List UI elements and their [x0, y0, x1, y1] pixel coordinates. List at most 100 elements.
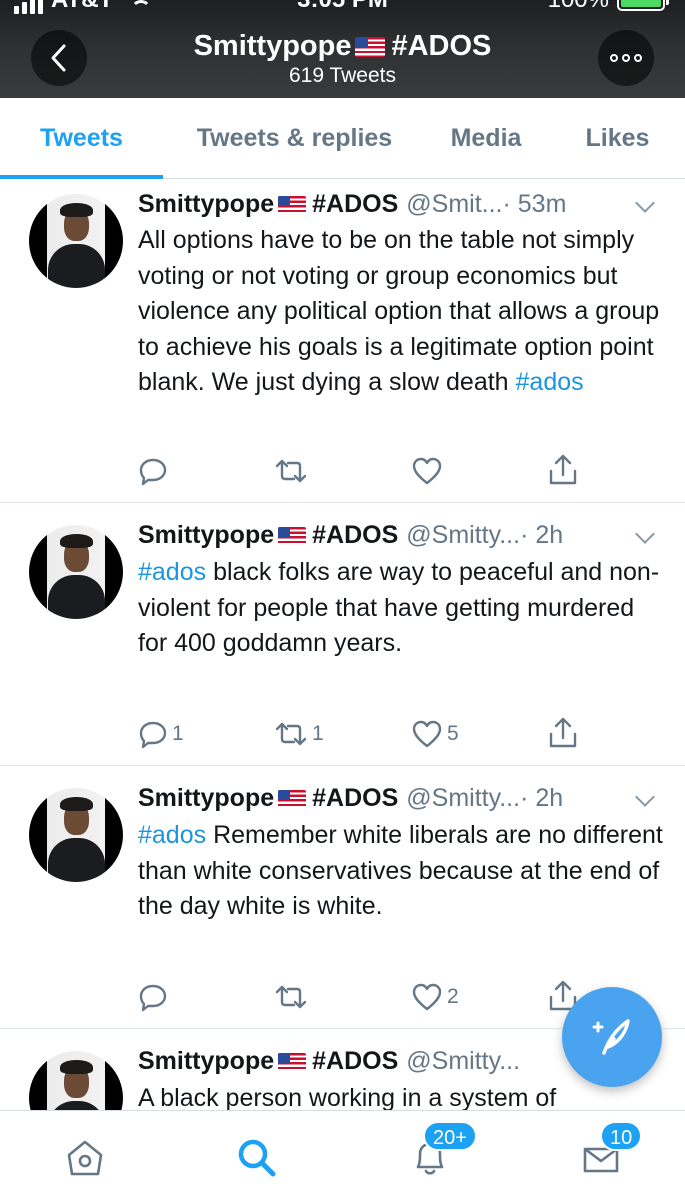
tweet-text: #ados black folks are way to peaceful an… [138, 555, 668, 662]
reply-button[interactable] [138, 982, 168, 1012]
tab-likes[interactable]: Likes [560, 98, 675, 178]
avatar[interactable] [29, 1051, 123, 1110]
like-button[interactable] [411, 456, 443, 486]
chevron-down-icon[interactable] [635, 193, 655, 213]
retweet-button[interactable] [274, 982, 308, 1012]
reply-icon [139, 984, 167, 1012]
tweet-time: · 2h [520, 784, 564, 812]
retweet-button[interactable] [274, 456, 308, 486]
profile-name: Smittypope [193, 30, 352, 62]
tweet-header: Smittypope #ADOS @Smit... · 53m [138, 190, 566, 219]
tab-tweets[interactable]: Tweets [0, 98, 163, 178]
like-count: 5 [447, 722, 459, 745]
like-button[interactable]: 5 [411, 719, 459, 749]
tweet-handle: @Smit... [406, 190, 503, 218]
tweet-author-name[interactable]: Smittypope [138, 190, 274, 219]
more-options-button[interactable] [598, 30, 654, 86]
reply-icon [139, 721, 167, 749]
us-flag-icon [278, 526, 307, 545]
back-button[interactable] [31, 30, 87, 86]
tweet-author-name[interactable]: Smittypope [138, 1047, 274, 1076]
battery-percent: 100% [548, 0, 609, 14]
compose-feather-icon [592, 1019, 630, 1055]
hashtag-link[interactable]: #ados [138, 558, 206, 586]
tweet[interactable]: Smittypope #ADOS @Smit... · 53m All opti… [0, 180, 685, 503]
tweet-author-name[interactable]: Smittypope [138, 784, 274, 813]
tweet-header: Smittypope #ADOS @Smitty... · 2h [138, 521, 563, 550]
like-count: 2 [447, 985, 459, 1008]
like-button[interactable]: 2 [411, 982, 459, 1012]
timeline: Smittypope #ADOS @Smit... · 53m All opti… [0, 180, 685, 1110]
us-flag-icon [355, 37, 386, 57]
status-bar: AT&T 3:05 PM 100% [0, 0, 685, 14]
share-button[interactable] [547, 716, 579, 750]
avatar[interactable] [29, 788, 123, 882]
tweet-author-tag: #ADOS [312, 190, 399, 218]
compose-tweet-button[interactable] [562, 987, 662, 1087]
tweet[interactable]: Smittypope #ADOS @Smitty... · 2h #ados b… [0, 503, 685, 766]
profile-title: Smittypope #ADOS [110, 30, 575, 63]
share-button[interactable] [547, 453, 579, 487]
tweet-text: A black person working in a system of [138, 1084, 557, 1110]
hashtag-link[interactable]: #ados [138, 821, 206, 849]
tweet-author-tag: #ADOS [312, 784, 399, 812]
avatar[interactable] [29, 525, 123, 619]
us-flag-icon [278, 1052, 307, 1071]
reply-button[interactable]: 1 [138, 719, 184, 749]
tweet-count: 619 Tweets [288, 64, 397, 87]
tweet-time: · 2h [520, 521, 564, 549]
retweet-icon [275, 722, 307, 746]
tweet-time: · 53m [502, 190, 567, 218]
nav-home[interactable] [60, 1133, 110, 1183]
heart-icon [412, 983, 442, 1011]
tweet-author-tag: #ADOS [312, 1047, 399, 1075]
profile-header: AT&T 3:05 PM 100% Smittypope #ADOS 619 Tw… [0, 0, 685, 98]
tweet-handle: @Smitty... [406, 521, 521, 549]
tweet-author-name[interactable]: Smittypope [138, 521, 274, 550]
us-flag-icon [278, 195, 307, 214]
active-tab-indicator [0, 175, 163, 179]
more-dot-icon [622, 54, 630, 62]
nav-search[interactable] [232, 1133, 282, 1183]
profile-tabs: Tweets Tweets & replies Media Likes [0, 98, 685, 179]
avatar[interactable] [29, 194, 123, 288]
retweet-button[interactable]: 1 [274, 719, 324, 749]
tweet-header: Smittypope #ADOS @Smitty... [138, 1047, 520, 1076]
us-flag-icon [278, 789, 307, 808]
battery-icon [617, 0, 669, 11]
chevron-down-icon[interactable] [635, 524, 655, 544]
tweet-handle: @Smitty... [406, 784, 521, 812]
tweet-header: Smittypope #ADOS @Smitty... · 2h [138, 784, 563, 813]
chevron-down-icon[interactable] [635, 787, 655, 807]
tweet-text-body: Remember white liberals are no different… [138, 821, 663, 920]
chevron-left-icon [51, 44, 66, 72]
tweet-text-body: black folks are way to peaceful and non-… [138, 558, 660, 657]
heart-icon [412, 720, 442, 748]
messages-badge: 10 [600, 1121, 643, 1151]
reply-count: 1 [172, 722, 184, 745]
tweet[interactable]: Smittypope #ADOS @Smitty... · 2h #ados R… [0, 766, 685, 1029]
share-icon [549, 717, 577, 748]
reply-button[interactable] [138, 456, 168, 486]
hashtag-link[interactable]: #ados [516, 368, 584, 396]
profile-tag: #ADOS [391, 30, 492, 62]
bottom-nav: 20+ 10 [0, 1110, 685, 1200]
retweet-icon [275, 985, 307, 1009]
tab-media[interactable]: Media [426, 98, 546, 178]
tweet-author-tag: #ADOS [312, 521, 399, 549]
tweet-text: #ados Remember white liberals are no dif… [138, 818, 668, 925]
tweet-text: All options have to be on the table not … [138, 223, 668, 401]
notifications-badge: 20+ [423, 1121, 477, 1151]
home-icon [67, 1140, 103, 1176]
reply-icon [139, 458, 167, 486]
search-icon [238, 1139, 276, 1177]
more-dot-icon [610, 54, 618, 62]
share-icon [549, 454, 577, 485]
more-dot-icon [634, 54, 642, 62]
status-right: 100% [548, 0, 669, 14]
retweet-count: 1 [312, 722, 324, 745]
retweet-icon [275, 459, 307, 483]
tab-tweets-and-replies[interactable]: Tweets & replies [172, 98, 417, 178]
heart-icon [412, 457, 442, 485]
tweet-handle: @Smitty... [406, 1047, 521, 1075]
